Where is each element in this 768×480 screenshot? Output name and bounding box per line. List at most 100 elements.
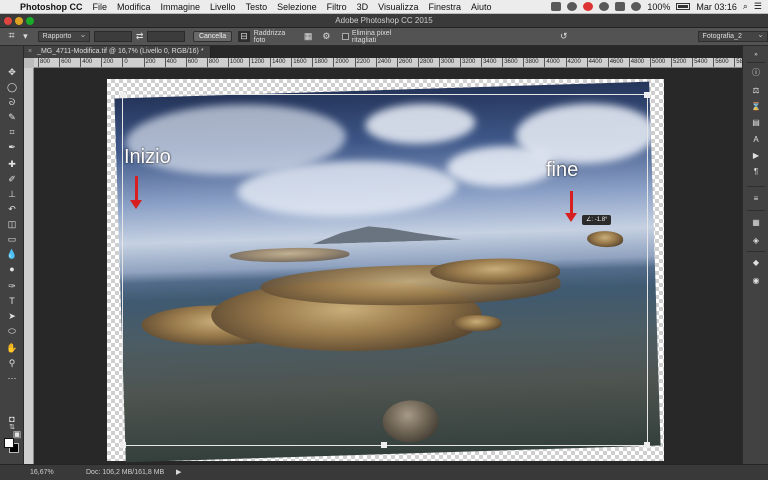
history-brush-icon[interactable]: ↶ bbox=[5, 203, 19, 215]
menu-3d[interactable]: 3D bbox=[357, 2, 369, 12]
brush-icon[interactable]: ✐ bbox=[5, 173, 19, 185]
doc-size-info[interactable]: Doc: 106,2 MB/161,8 MB bbox=[86, 465, 164, 480]
channels-icon[interactable]: ▦ bbox=[750, 218, 762, 228]
ruler-tick bbox=[291, 58, 293, 67]
cancel-button[interactable]: Cancella bbox=[192, 31, 233, 42]
shape-icon[interactable]: ⬭ bbox=[5, 325, 19, 337]
reset-icon[interactable]: ↺ bbox=[560, 31, 568, 42]
crop-box[interactable] bbox=[120, 92, 650, 448]
status-menu-icon[interactable]: ▶ bbox=[176, 465, 181, 480]
bluetooth-icon[interactable] bbox=[615, 2, 626, 11]
straighten-label[interactable]: Raddrizza foto bbox=[254, 30, 294, 44]
ratio-select[interactable]: Rapporto bbox=[37, 30, 91, 42]
collapse-panels-icon[interactable]: » bbox=[750, 50, 762, 60]
ruler-tick bbox=[544, 58, 546, 67]
menu-testo[interactable]: Testo bbox=[246, 2, 268, 12]
document-tab[interactable]: × _MG_4711-Modifica.tif @ 16,7% (Livello… bbox=[24, 46, 211, 58]
gradient-icon[interactable]: ▭ bbox=[5, 233, 19, 245]
canvas-area[interactable]: Inizio fine ∠: -1.8° bbox=[34, 68, 742, 464]
crop-handle[interactable] bbox=[120, 442, 126, 448]
eyedropper-icon[interactable]: ✒ bbox=[5, 141, 19, 153]
layers-icon[interactable]: ◆ bbox=[750, 258, 762, 268]
horizontal-ruler[interactable]: 800 600 400 200 0 200 400 600 800 1000 1200 1400 160… bbox=[34, 58, 750, 68]
info-icon[interactable]: ⓘ bbox=[750, 68, 762, 78]
panel-dock: » ⓘ ⚖ ⌛ ▤ A ▶ ¶ ≡ ▦ ◈ ◆ ◉ bbox=[742, 46, 768, 464]
preset-dropdown-icon[interactable]: ▾ bbox=[23, 31, 28, 42]
battery-icon[interactable] bbox=[676, 3, 691, 10]
minimize-window-icon[interactable] bbox=[15, 17, 23, 25]
height-field[interactable] bbox=[147, 31, 185, 42]
ruler-origin[interactable] bbox=[24, 58, 34, 68]
path-select-icon[interactable]: ➤ bbox=[5, 310, 19, 322]
more-tools-icon[interactable]: ⋯ bbox=[5, 372, 19, 384]
crop-handle[interactable] bbox=[644, 92, 650, 98]
hand-icon[interactable]: ✋ bbox=[5, 342, 19, 354]
brushes-icon[interactable]: ≡ bbox=[750, 194, 762, 204]
paragraph-icon[interactable]: ¶ bbox=[750, 167, 762, 177]
clone-stamp-icon[interactable]: ⊥ bbox=[5, 188, 19, 200]
eraser-icon[interactable]: ◫ bbox=[5, 218, 19, 230]
menu-visualizza[interactable]: Visualizza bbox=[378, 2, 418, 12]
adjustments-icon[interactable]: ⚖ bbox=[750, 86, 762, 96]
swap-icon[interactable]: ⇄ bbox=[136, 31, 144, 42]
delete-pixels-checkbox[interactable] bbox=[342, 33, 349, 40]
overlay-grid-icon[interactable]: ▦ bbox=[304, 31, 313, 42]
menu-file[interactable]: File bbox=[93, 2, 108, 12]
zoom-level[interactable]: 16,67% bbox=[30, 465, 54, 480]
width-field[interactable] bbox=[94, 31, 132, 42]
paths-icon[interactable]: ◉ bbox=[750, 276, 762, 286]
menu-immagine[interactable]: Immagine bbox=[161, 2, 201, 12]
crop-icon[interactable]: ⌗ bbox=[5, 126, 19, 138]
menu-modifica[interactable]: Modifica bbox=[117, 2, 151, 12]
lasso-icon[interactable]: ᘐ bbox=[5, 96, 19, 108]
close-tab-icon[interactable]: × bbox=[28, 48, 32, 55]
menu-aiuto[interactable]: Aiuto bbox=[471, 2, 492, 12]
zoom-window-icon[interactable] bbox=[26, 17, 34, 25]
ruler-tick bbox=[481, 58, 483, 67]
marquee-icon[interactable]: ◯ bbox=[5, 81, 19, 93]
app-menu[interactable]: Photoshop CC bbox=[20, 2, 83, 12]
crop-tool-preset-icon[interactable]: ⌗ bbox=[0, 30, 23, 43]
crop-handle[interactable] bbox=[120, 92, 126, 98]
vertical-ruler[interactable] bbox=[24, 68, 34, 464]
styles-icon[interactable]: ◈ bbox=[750, 236, 762, 246]
crop-handle[interactable] bbox=[644, 442, 650, 448]
type-icon[interactable]: T bbox=[5, 295, 19, 307]
crop-handle[interactable] bbox=[381, 442, 387, 448]
straighten-icon[interactable]: ⊟ bbox=[238, 31, 250, 42]
menu-selezione[interactable]: Selezione bbox=[277, 2, 317, 12]
wifi-icon[interactable] bbox=[631, 2, 642, 11]
swatches-icon[interactable]: ▤ bbox=[750, 118, 762, 128]
quick-mask-icon[interactable]: ◘ bbox=[5, 413, 19, 425]
sync-icon[interactable] bbox=[599, 2, 610, 11]
app-tray-icon[interactable] bbox=[551, 2, 562, 11]
menu-list-icon[interactable]: ☰ bbox=[754, 1, 762, 12]
dodge-icon[interactable]: ● bbox=[5, 263, 19, 275]
move-icon[interactable]: ✥ bbox=[5, 66, 19, 78]
gear-icon[interactable]: ⚙ bbox=[322, 31, 330, 42]
search-icon[interactable]: ⌕ bbox=[743, 1, 748, 12]
actions-icon[interactable]: ▶ bbox=[750, 151, 762, 161]
ruler-label: 0 bbox=[124, 59, 128, 65]
window-title: Adobe Photoshop CC 2015 bbox=[335, 16, 433, 25]
blur-icon[interactable]: 💧 bbox=[5, 248, 19, 260]
menu-finestra[interactable]: Finestra bbox=[428, 2, 461, 12]
pen-icon[interactable]: ✑ bbox=[5, 280, 19, 292]
cloud-tray-icon[interactable] bbox=[567, 2, 578, 11]
menu-livello[interactable]: Livello bbox=[210, 2, 236, 12]
quick-select-icon[interactable]: ✎ bbox=[5, 111, 19, 123]
ruler-tick bbox=[164, 58, 166, 67]
ruler-label: 2800 bbox=[419, 59, 434, 65]
foreground-color-swatch[interactable] bbox=[4, 438, 14, 448]
zoom-icon[interactable]: ⚲ bbox=[5, 357, 19, 369]
ruler-label: 1600 bbox=[293, 59, 307, 65]
menu-filtro[interactable]: Filtro bbox=[327, 2, 347, 12]
close-window-icon[interactable] bbox=[4, 17, 12, 25]
ruler-label: 2200 bbox=[356, 59, 370, 65]
history-icon[interactable]: ⌛ bbox=[750, 102, 762, 112]
adobe-cc-icon[interactable] bbox=[583, 2, 594, 11]
healing-icon[interactable]: ✚ bbox=[5, 158, 19, 170]
character-icon[interactable]: A bbox=[750, 135, 762, 145]
workspace-select[interactable]: Fotografia_2 bbox=[697, 30, 768, 42]
clock[interactable]: Mar 03:16 bbox=[696, 2, 737, 12]
